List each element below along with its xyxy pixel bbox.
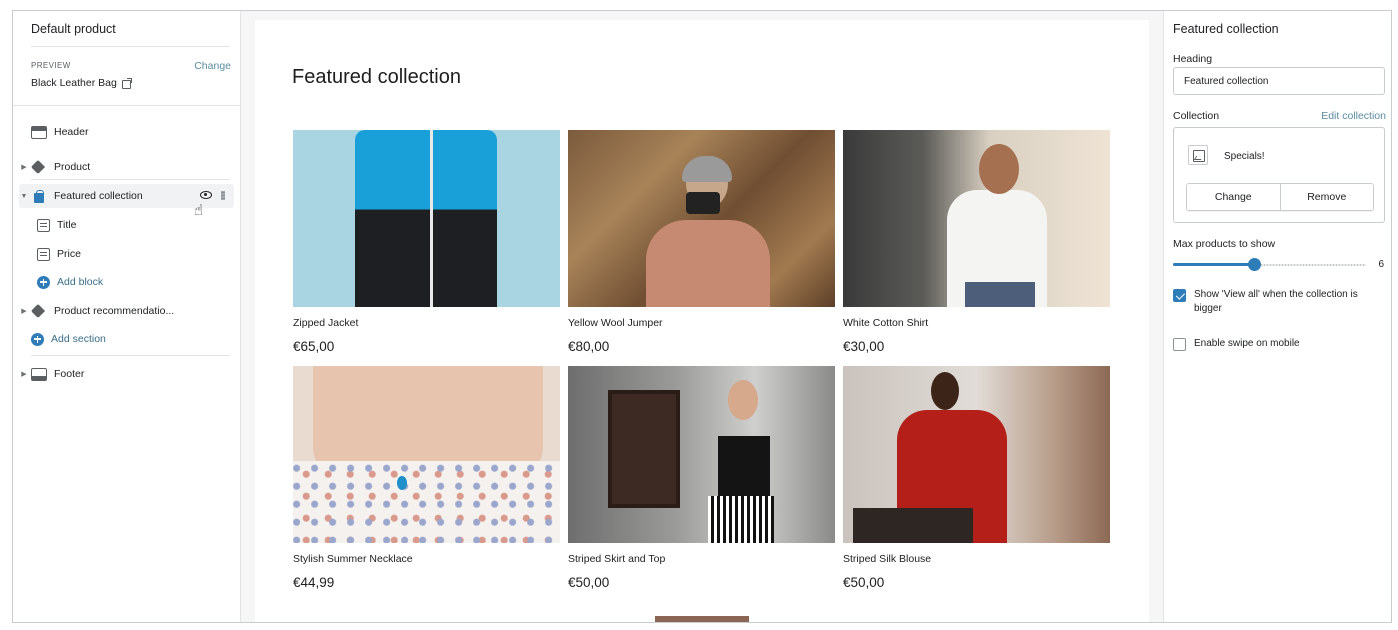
product-name[interactable]: Striped Skirt and Top xyxy=(568,553,835,565)
product-image[interactable] xyxy=(293,130,560,307)
slider-fill xyxy=(1173,263,1255,266)
tree-item-label: Price xyxy=(57,248,81,260)
block-icon xyxy=(37,247,50,261)
left-sidebar: Default product PREVIEW Change Black Lea… xyxy=(13,11,241,622)
product-card[interactable]: White Cotton Shirt €30,00 xyxy=(843,130,1110,354)
tree-item-title-block[interactable]: Title xyxy=(13,213,240,237)
collection-label: Collection xyxy=(1173,110,1220,122)
view-all-button[interactable] xyxy=(655,616,749,622)
preview-canvas: Featured collection Zipped Jacket €65,00… xyxy=(255,20,1149,622)
product-image[interactable] xyxy=(843,366,1110,543)
plus-circle-icon xyxy=(37,275,50,289)
add-section-label: Add section xyxy=(51,333,106,345)
divider xyxy=(31,46,230,47)
settings-title: Featured collection xyxy=(1173,22,1279,36)
tag-icon xyxy=(31,161,47,174)
product-card[interactable]: Zipped Jacket €65,00 xyxy=(293,130,560,354)
plus-circle-icon xyxy=(31,332,44,346)
max-products-value: 6 xyxy=(1378,259,1384,270)
product-image[interactable] xyxy=(568,130,835,307)
swipe-label: Enable swipe on mobile xyxy=(1194,338,1300,349)
tree-item-label: Product xyxy=(54,161,91,173)
product-name[interactable]: Zipped Jacket xyxy=(293,317,560,329)
caret-down-icon[interactable]: ▼ xyxy=(17,193,31,200)
collection-name: Specials! xyxy=(1224,151,1265,162)
product-price: €80,00 xyxy=(568,339,610,354)
settings-panel: Featured collection Heading Collection E… xyxy=(1163,11,1391,622)
heading-label: Heading xyxy=(1173,53,1213,65)
preview-label: PREVIEW xyxy=(31,61,71,70)
tree-item-label: Footer xyxy=(54,368,85,380)
product-image[interactable] xyxy=(293,366,560,543)
view-all-checkbox[interactable] xyxy=(1173,289,1186,302)
product-price: €50,00 xyxy=(843,575,885,590)
add-block-label: Add block xyxy=(57,276,104,288)
view-all-label: Show 'View all' when the collection is b… xyxy=(1194,289,1358,314)
tree-item-label: Header xyxy=(54,126,89,138)
tree-item-header[interactable]: Header xyxy=(13,120,240,144)
product-name[interactable]: Yellow Wool Jumper xyxy=(568,317,835,329)
view-all-option[interactable]: Show 'View all' when the collection is b… xyxy=(1173,288,1385,316)
product-card[interactable]: Yellow Wool Jumper €80,00 xyxy=(568,130,835,354)
product-card[interactable]: Striped Skirt and Top €50,00 xyxy=(568,366,835,590)
change-collection-button[interactable]: Change xyxy=(1187,184,1280,210)
preview-value[interactable]: Black Leather Bag xyxy=(31,77,132,89)
add-section-button[interactable]: Add section xyxy=(13,327,240,351)
remove-collection-button[interactable]: Remove xyxy=(1279,184,1373,210)
swipe-checkbox[interactable] xyxy=(1173,338,1186,351)
collection-actions: Change Remove xyxy=(1186,183,1374,211)
collection-picker: Specials! Change Remove xyxy=(1173,127,1385,223)
app-window: Default product PREVIEW Change Black Lea… xyxy=(12,10,1392,623)
product-card[interactable]: Striped Silk Blouse €50,00 xyxy=(843,366,1110,590)
product-price: €65,00 xyxy=(293,339,335,354)
product-price: €44,99 xyxy=(293,575,335,590)
tree-item-product[interactable]: ▶ Product xyxy=(13,155,240,179)
product-image[interactable] xyxy=(843,130,1110,307)
tag-icon xyxy=(31,305,47,318)
tree-item-label: Title xyxy=(57,219,77,231)
product-name[interactable]: White Cotton Shirt xyxy=(843,317,1110,329)
image-placeholder-icon xyxy=(1188,145,1208,165)
tree-item-footer[interactable]: ▶ Footer xyxy=(13,362,240,386)
tree-item-product-recommendations[interactable]: ▶ Product recommendatio... xyxy=(13,299,240,323)
max-products-slider[interactable] xyxy=(1173,258,1366,271)
section-title: Featured collection xyxy=(292,66,461,88)
heading-input[interactable] xyxy=(1173,67,1385,95)
tree-item-label: Featured collection xyxy=(54,190,143,202)
product-image[interactable] xyxy=(568,366,835,543)
header-icon xyxy=(31,125,47,139)
tree-item-price-block[interactable]: Price xyxy=(13,242,240,266)
product-price: €50,00 xyxy=(568,575,610,590)
block-icon xyxy=(37,218,50,232)
drag-handle-icon[interactable] xyxy=(221,191,225,200)
product-price: €30,00 xyxy=(843,339,885,354)
product-name[interactable]: Striped Silk Blouse xyxy=(843,553,1110,565)
divider xyxy=(31,179,230,180)
caret-right-icon[interactable]: ▶ xyxy=(17,307,31,315)
sidebar-title: Default product xyxy=(31,22,116,36)
max-products-label: Max products to show xyxy=(1173,238,1276,250)
product-name[interactable]: Stylish Summer Necklace xyxy=(293,553,560,565)
add-block-button[interactable]: Add block xyxy=(13,270,240,294)
bag-icon xyxy=(31,189,47,203)
footer-icon xyxy=(31,367,47,381)
swipe-option[interactable]: Enable swipe on mobile xyxy=(1173,337,1385,351)
caret-right-icon[interactable]: ▶ xyxy=(17,163,31,171)
preview-product-name: Black Leather Bag xyxy=(31,77,117,89)
caret-right-icon[interactable]: ▶ xyxy=(17,370,31,378)
divider xyxy=(31,355,230,356)
edit-collection-link[interactable]: Edit collection xyxy=(1321,110,1386,122)
eye-icon[interactable] xyxy=(200,191,212,199)
tree-item-label: Product recommendatio... xyxy=(54,305,175,317)
slider-thumb[interactable] xyxy=(1248,258,1262,271)
divider xyxy=(13,105,240,106)
external-link-icon[interactable] xyxy=(121,78,132,89)
product-card[interactable]: Stylish Summer Necklace €44,99 xyxy=(293,366,560,590)
preview-change-link[interactable]: Change xyxy=(194,60,231,72)
